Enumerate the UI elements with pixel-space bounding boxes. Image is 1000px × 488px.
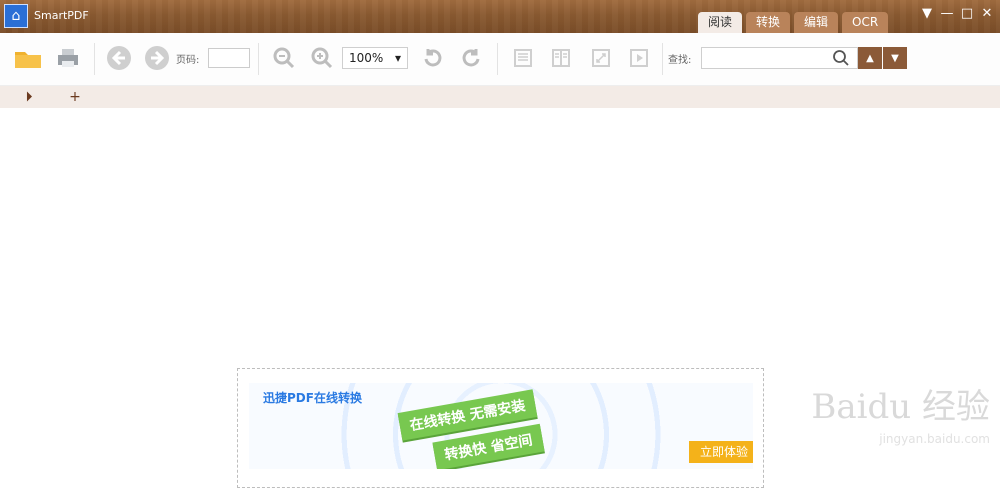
zoom-value: 100% <box>349 51 384 65</box>
page-number-input-wrap <box>208 43 252 73</box>
add-tab-icon[interactable]: + <box>67 89 83 105</box>
fit-window-button[interactable] <box>588 43 614 73</box>
rotate-right-icon <box>462 49 480 67</box>
watermark-brand: Baidu 经验 <box>811 387 990 427</box>
two-page-view-button[interactable] <box>548 43 574 73</box>
maximize-icon[interactable]: □ <box>960 6 974 21</box>
printer-icon <box>58 49 78 67</box>
open-folder-button[interactable] <box>12 43 44 73</box>
page-label: 页码: <box>176 54 200 66</box>
page-number-input[interactable] <box>208 48 250 68</box>
rotate-right-button[interactable] <box>458 43 484 73</box>
close-icon[interactable]: ✕ <box>980 6 994 21</box>
menu-dropdown-icon[interactable]: ▼ <box>920 6 934 21</box>
document-tabs-bar: ⏵ + <box>0 86 1000 108</box>
print-button[interactable] <box>52 43 84 73</box>
toolbar: 页码: 100% ▾ 查找: ▲ ▼ <box>0 33 1000 86</box>
ad-cta-button[interactable]: 立即体验 <box>689 441 753 463</box>
mode-tabs: 阅读 转换 编辑 OCR <box>698 12 889 33</box>
zoom-in-icon <box>311 47 333 69</box>
find-label: 查找: <box>668 54 692 66</box>
single-page-view-button[interactable] <box>510 43 536 73</box>
zoom-select[interactable]: 100% ▾ <box>342 47 408 69</box>
tab-read[interactable]: 阅读 <box>698 12 743 33</box>
ad-header: 迅捷PDF在线转换 <box>263 391 362 405</box>
app-title: SmartPDF <box>34 9 89 22</box>
fullscreen-icon <box>592 49 610 67</box>
chevron-down-icon: ▼ <box>883 47 907 69</box>
arrow-right-icon <box>145 46 169 70</box>
app-logo-icon: ⌂ <box>4 4 28 28</box>
toolbar-separator <box>94 43 95 75</box>
rotate-left-button[interactable] <box>420 43 446 73</box>
zoom-in-button[interactable] <box>308 43 336 73</box>
sidebar-toggle-icon[interactable]: ⏵ <box>21 89 37 105</box>
minimize-icon[interactable]: — <box>940 6 954 21</box>
play-icon <box>630 49 648 67</box>
rotate-left-icon <box>424 49 442 67</box>
tab-convert[interactable]: 转换 <box>746 12 791 33</box>
chevron-down-icon: ▾ <box>394 51 401 65</box>
two-page-icon <box>552 49 570 67</box>
prev-page-button[interactable] <box>104 43 134 73</box>
search-button[interactable] <box>826 43 856 73</box>
slideshow-button[interactable] <box>626 43 652 73</box>
zoom-out-icon <box>273 47 295 69</box>
single-page-icon <box>514 49 532 67</box>
toolbar-separator <box>662 43 663 75</box>
zoom-select-wrap: 100% ▾ <box>342 43 412 73</box>
find-prev-button[interactable]: ▲ <box>858 43 882 73</box>
tab-edit[interactable]: 编辑 <box>794 12 839 33</box>
find-next-button[interactable]: ▼ <box>883 43 907 73</box>
window-controls: ▼ — □ ✕ <box>920 6 994 21</box>
toolbar-separator <box>497 43 498 75</box>
folder-icon <box>15 52 41 68</box>
watermark-url: jingyan.baidu.com <box>879 432 990 446</box>
ad-banner[interactable]: 迅捷PDF在线转换 在线转换 无需安装 转换快 省空间 立即体验 <box>249 383 753 469</box>
search-icon <box>833 50 849 66</box>
toolbar-separator <box>258 43 259 75</box>
zoom-out-button[interactable] <box>270 43 298 73</box>
chevron-up-icon: ▲ <box>858 47 882 69</box>
tab-ocr[interactable]: OCR <box>842 12 889 33</box>
title-bar: ⌂ SmartPDF 阅读 转换 编辑 OCR ▼ — □ ✕ <box>0 0 1000 33</box>
next-page-button[interactable] <box>142 43 172 73</box>
ad-container: 迅捷PDF在线转换 在线转换 无需安装 转换快 省空间 立即体验 <box>237 368 764 488</box>
arrow-left-icon <box>107 46 131 70</box>
